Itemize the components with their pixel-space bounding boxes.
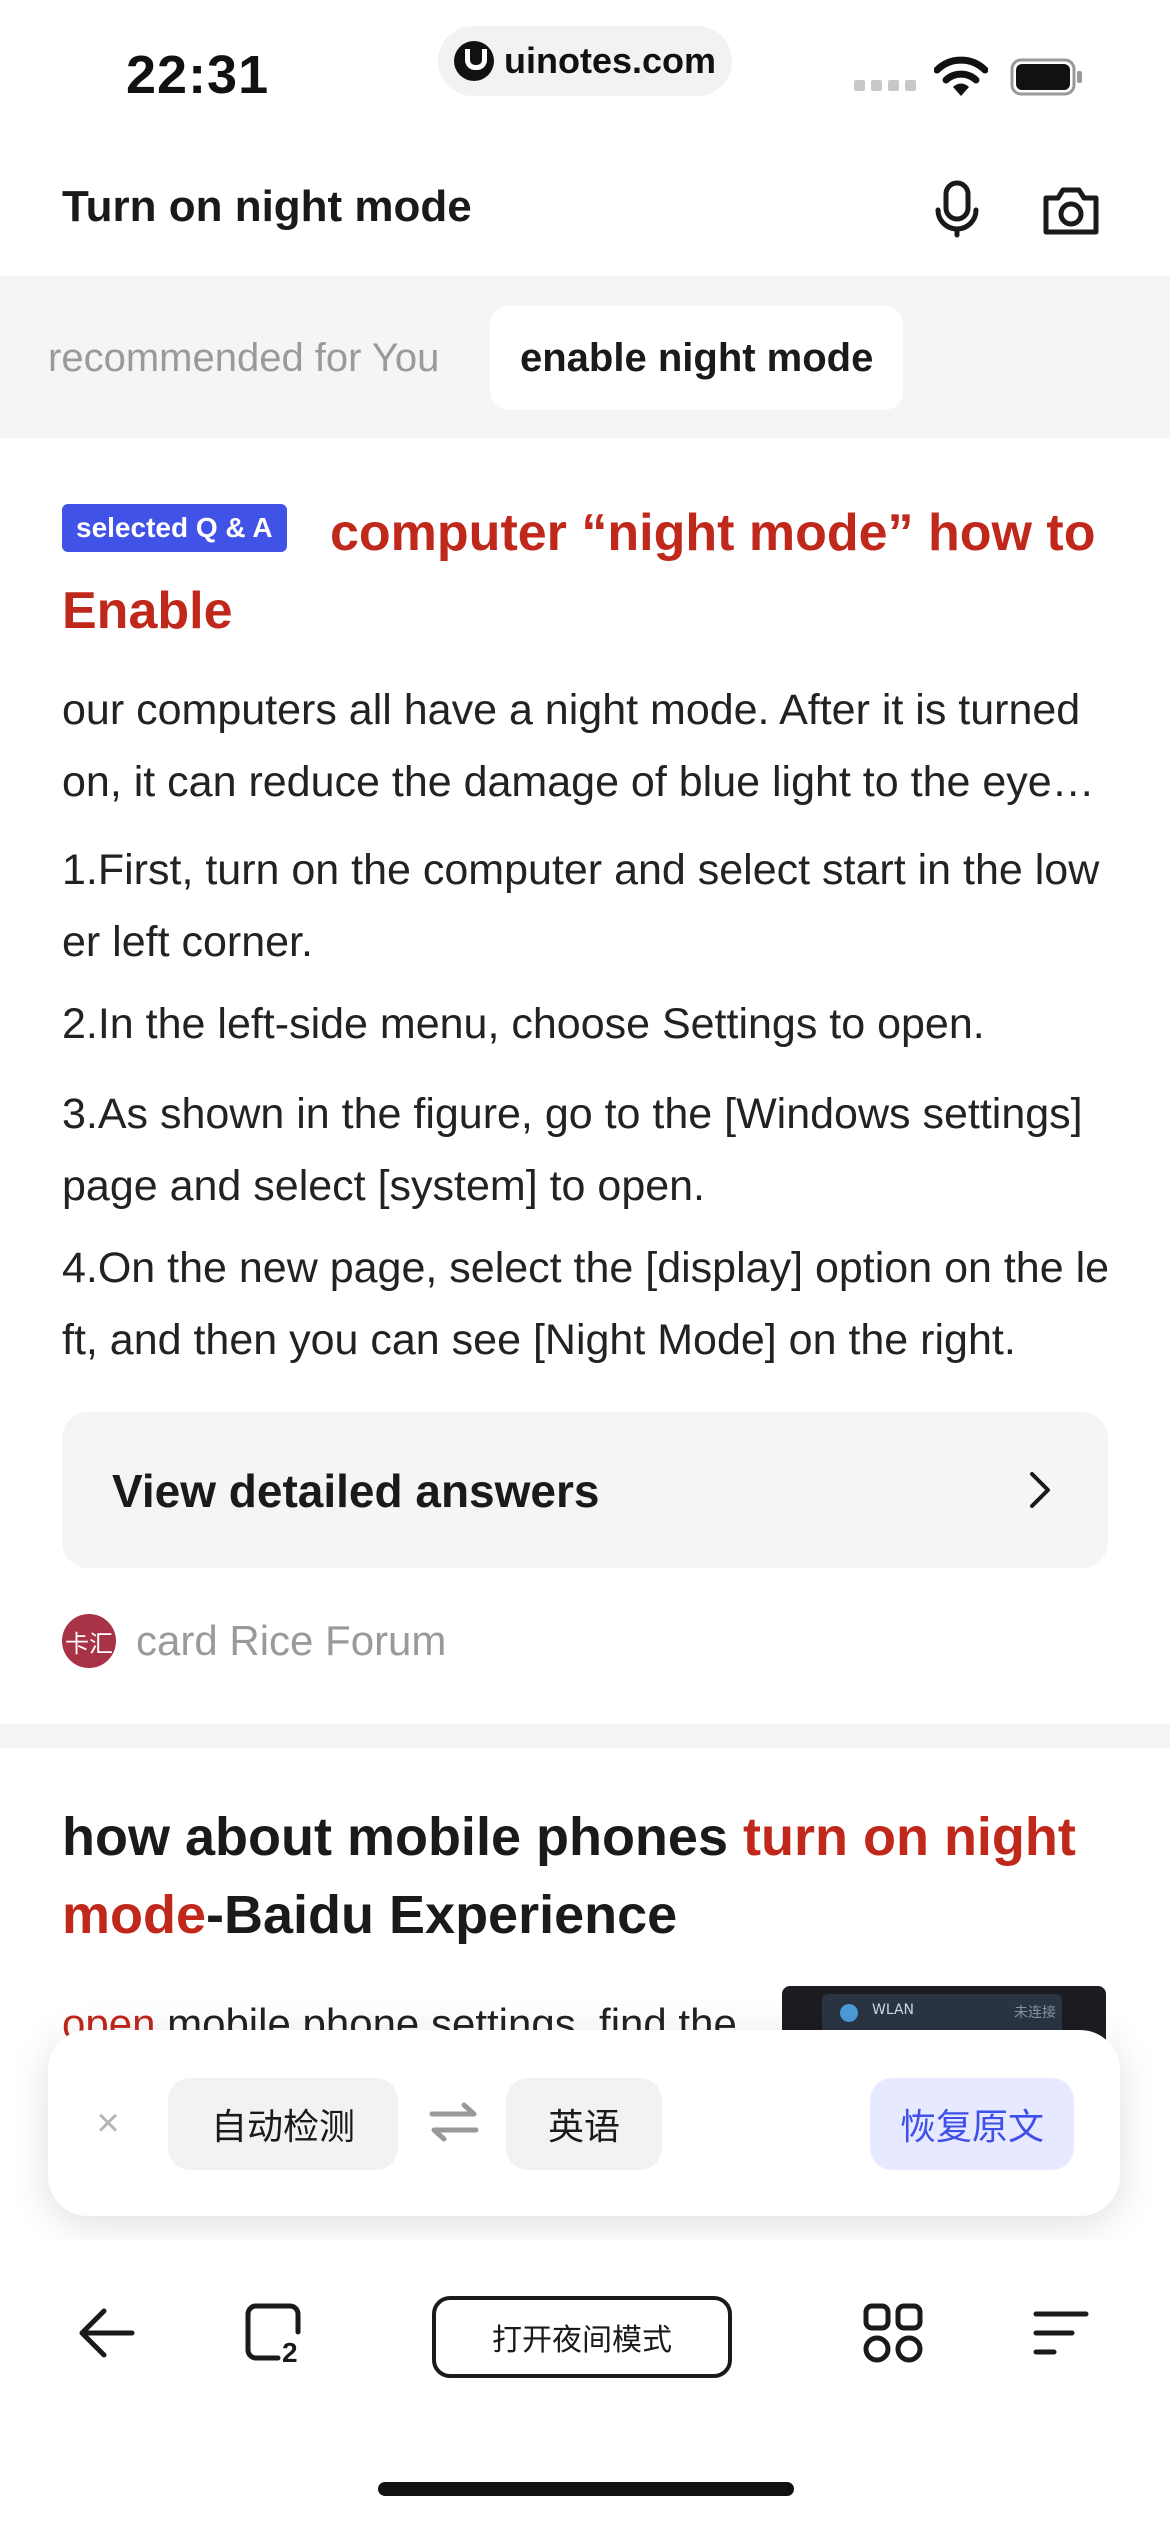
view-answers-label: View detailed answers <box>112 1465 600 1517</box>
source-language-button[interactable]: 自动检测 <box>168 2078 398 2170</box>
menu-icon[interactable] <box>1030 2302 1092 2364</box>
cellular-signal-icon <box>854 80 916 91</box>
thumbnail-wlan-label: WLAN <box>872 2002 915 2018</box>
source-name: card Rice Forum <box>136 1617 447 1664</box>
result-title-2[interactable]: how about mobile phones turn on night mo… <box>62 1798 1112 1954</box>
wifi-icon <box>934 56 988 96</box>
answer-snippet: our computers all have a night mode. Aft… <box>62 686 1110 806</box>
result-card-qa: computer “night mode” how to Enable sele… <box>0 438 1170 1724</box>
suggestion-tabs: recommended for You enable night mode <box>0 276 1170 438</box>
status-bar: 22:31 uinotes.com <box>0 0 1170 140</box>
answer-step-1: 1.First, turn on the computer and select… <box>62 846 1100 966</box>
answer-step-4: 4.On the new page, select the [display] … <box>62 1244 1110 1364</box>
tabs-icon[interactable]: 2 <box>244 2302 306 2364</box>
url-pill[interactable]: uinotes.com <box>438 26 732 96</box>
grid-icon[interactable] <box>862 2302 924 2364</box>
title-suffix: -Baidu Experience <box>206 1885 678 1945</box>
answer-step-2: 2.In the left-side menu, choose Settings… <box>62 1000 985 1048</box>
tab-recommended[interactable]: recommended for You <box>48 336 439 381</box>
site-logo-icon <box>453 41 494 81</box>
answer-step-3: 3.As shown in the figure, go to the [Win… <box>62 1090 1083 1210</box>
chevron-right-icon <box>1030 1472 1050 1508</box>
translate-bar: × 自动检测 英语 恢复原文 <box>48 2030 1120 2216</box>
card-divider <box>0 1724 1170 1748</box>
home-indicator[interactable] <box>378 2482 794 2496</box>
tab-count: 2 <box>282 2337 298 2364</box>
status-time: 22:31 <box>126 45 270 105</box>
close-icon[interactable]: × <box>88 2088 128 2158</box>
wifi-icon <box>840 2004 858 2022</box>
swap-languages-icon[interactable] <box>428 2100 480 2144</box>
title-prefix: how about mobile phones <box>62 1807 743 1867</box>
search-query[interactable]: Turn on night mode <box>62 182 472 232</box>
target-language-button[interactable]: 英语 <box>506 2078 662 2170</box>
search-bar[interactable]: Turn on night mode <box>0 140 1170 276</box>
view-detailed-answers-button[interactable]: View detailed answers <box>62 1412 1108 1568</box>
source-logo: 卡汇 <box>62 1614 116 1668</box>
back-arrow-icon[interactable] <box>76 2302 138 2364</box>
battery-icon <box>1010 58 1082 96</box>
restore-original-button[interactable]: 恢复原文 <box>870 2078 1074 2170</box>
camera-icon[interactable] <box>1042 184 1100 236</box>
thumbnail-status: 未连接 <box>1014 2004 1056 2020</box>
current-query-button[interactable]: 打开夜间模式 <box>432 2296 732 2378</box>
tab-enable-night-mode[interactable]: enable night mode <box>490 306 904 410</box>
selected-qa-badge: selected Q & A <box>62 504 287 552</box>
microphone-icon[interactable] <box>934 180 980 238</box>
url-text: uinotes.com <box>503 40 717 81</box>
source-attribution[interactable]: 卡汇 card Rice Forum <box>62 1614 446 1668</box>
